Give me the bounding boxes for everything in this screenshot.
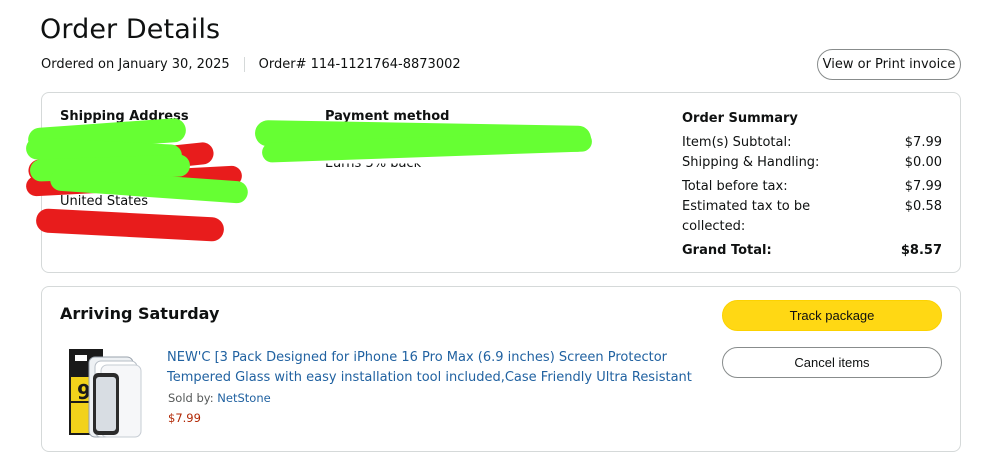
order-date: Ordered on January 30, 2025 [41,57,230,72]
summary-label: Item(s) Subtotal: [682,135,792,150]
summary-value: $7.99 [904,135,942,150]
redaction-mark [35,208,225,242]
delivery-status: Arriving Saturday [60,304,220,323]
seller-link[interactable]: NetStone [217,391,270,405]
summary-row: Estimated tax to be collected: $0.58 [682,197,942,237]
grand-total-value: $8.57 [900,243,942,258]
order-summary: Order Summary Item(s) Subtotal: $7.99 Sh… [682,109,942,261]
order-info-card: Shipping Address United States Payment m… [25,92,961,273]
item-price: $7.99 [168,411,201,425]
summary-label: Total before tax: [682,179,788,194]
summary-row: Shipping & Handling: $0.00 [682,153,942,173]
product-thumbnail-icon: 9 [69,349,142,438]
summary-label: Shipping & Handling: [682,155,820,170]
meta-divider [243,57,245,72]
cancel-items-button[interactable]: Cancel items [722,347,942,378]
summary-row: Item(s) Subtotal: $7.99 [682,133,942,153]
shipping-country: United States [60,194,149,209]
sold-by: Sold by: NetStone [168,391,271,405]
summary-value: $0.58 [904,199,942,214]
track-package-button[interactable]: Track package [722,300,942,331]
screen-protector-product-image[interactable]: 9 [67,347,152,439]
summary-value: $7.99 [904,179,942,194]
view-invoice-button[interactable]: View or Print invoice [817,49,961,80]
sold-by-label: Sold by: [168,391,214,405]
grand-total-row: Grand Total: $8.57 [682,241,942,261]
grand-total-label: Grand Total: [682,243,772,258]
summary-value: $0.00 [904,155,942,170]
order-number: Order# 114-1121764-8873002 [258,57,461,72]
shipment-card: Arriving Saturday Track package Cancel i… [41,286,961,452]
summary-label: Estimated tax to be collected: [682,199,811,234]
summary-row: Total before tax: $7.99 [682,177,942,197]
page-title: Order Details [40,14,221,45]
order-meta: Ordered on January 30, 2025 Order# 114-1… [41,57,461,72]
product-title-link[interactable]: NEW'C [3 Pack Designed for iPhone 16 Pro… [167,348,707,388]
order-summary-heading: Order Summary [682,111,798,126]
